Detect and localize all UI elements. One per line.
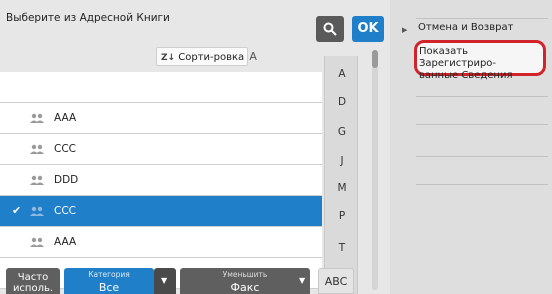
list-item[interactable]: CCC	[0, 134, 322, 165]
contact-list: AAA CCC DDD ✔ CCC AAA	[0, 72, 322, 289]
panel-arrow-icon: ▶	[402, 26, 408, 34]
sort-order-icon: Z↓	[161, 53, 176, 63]
contact-name: AAA	[54, 236, 77, 248]
page-title: Выберите из Адресной Книги	[6, 12, 170, 24]
reduce-button[interactable]: Уменьшить Факс	[180, 268, 310, 294]
category-caption: Категория	[88, 270, 130, 279]
divider	[416, 184, 548, 185]
reduce-value: Факс	[230, 281, 260, 294]
show-label-line2: ванные Сведения	[419, 70, 513, 81]
sort-button[interactable]: Z↓ Сорти-ровка A	[156, 47, 257, 66]
reduce-caption: Уменьшить	[222, 270, 268, 279]
list-item	[0, 72, 322, 103]
show-label-line1: Показать Зарегистриро-	[419, 46, 497, 69]
alphabet-index: A D G J M P T W	[324, 56, 358, 294]
frequent-use-button[interactable]: Часто исполь.	[6, 268, 60, 294]
address-book-panel: Выберите из Адресной Книги OK Z↓ Сорти-р…	[0, 0, 390, 294]
check-icon: ✔	[12, 204, 22, 217]
group-icon	[30, 206, 44, 216]
bottom-toolbar: Часто исполь. Категория Все ▼ Уменьшить …	[0, 268, 390, 294]
group-icon	[30, 237, 44, 247]
contact-name: CCC	[54, 143, 76, 155]
alpha-index-p[interactable]: P	[325, 210, 359, 222]
search-button[interactable]	[316, 16, 344, 42]
alpha-index-j[interactable]: J	[325, 155, 359, 167]
alpha-index-m[interactable]: M	[325, 182, 359, 194]
chevron-down-icon: ▼	[299, 276, 306, 285]
frequent-label-line1: Часто	[17, 272, 49, 283]
divider	[416, 156, 548, 157]
contact-name: AAA	[54, 112, 77, 124]
reduce-dropdown-button[interactable]: ▼	[292, 268, 310, 294]
frequent-label-line2: исполь.	[12, 283, 54, 294]
scrollbar-thumb[interactable]	[372, 50, 378, 68]
sort-label: Сорти-ровка	[178, 52, 245, 63]
group-icon	[30, 144, 44, 154]
category-button[interactable]: Категория Все	[64, 268, 154, 294]
scrollbar[interactable]	[372, 50, 378, 290]
search-icon	[323, 22, 337, 36]
category-dropdown-button[interactable]: ▼	[154, 268, 176, 294]
contact-name: DDD	[54, 174, 79, 186]
cancel-return-button[interactable]: Отмена и Возврат	[418, 22, 538, 34]
divider	[416, 18, 548, 19]
divider	[416, 124, 548, 125]
list-item[interactable]: DDD	[0, 165, 322, 196]
alpha-index-t[interactable]: T	[325, 242, 359, 254]
group-icon	[30, 175, 44, 185]
list-item[interactable]: AAA	[0, 227, 322, 258]
list-item[interactable]: AAA	[0, 103, 322, 134]
alpha-index-a[interactable]: A	[325, 68, 359, 80]
list-item-selected[interactable]: ✔ CCC	[0, 196, 322, 227]
show-registered-info-button[interactable]: Показать Зарегистриро- ванные Сведения	[414, 40, 546, 81]
text-size-icon: A	[249, 50, 257, 63]
ok-button[interactable]: OK	[352, 16, 384, 42]
alpha-index-g[interactable]: G	[325, 126, 359, 138]
abc-button[interactable]: ABC	[318, 268, 354, 294]
category-value: Все	[98, 281, 120, 294]
alpha-index-d[interactable]: D	[325, 96, 359, 108]
action-panel: ▶ Отмена и Возврат Показать Зарегистриро…	[390, 0, 552, 294]
contact-name: CCC	[54, 205, 76, 217]
chevron-down-icon: ▼	[161, 276, 168, 285]
group-icon	[30, 113, 44, 123]
divider	[416, 96, 548, 97]
